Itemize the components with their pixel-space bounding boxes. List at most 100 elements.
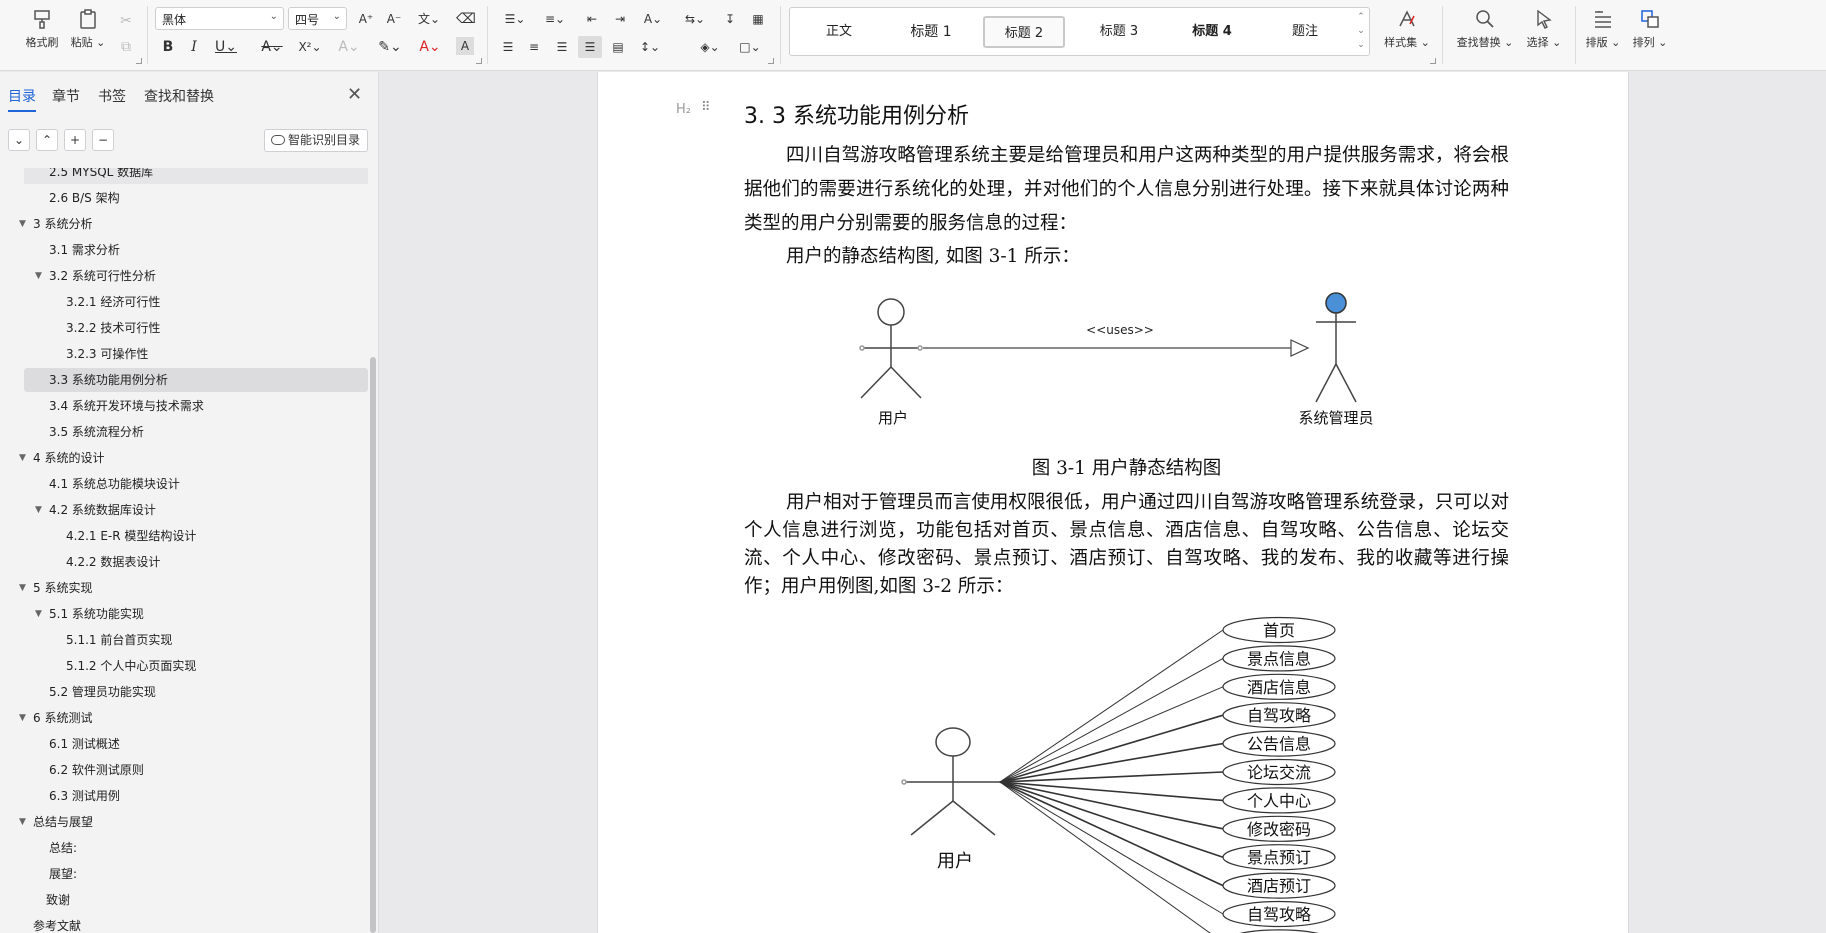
document-page[interactable]: H₂ ⠿ 3. 3 系统功能用例分析 四川自驾游攻略管理系统主要是给管理员和用户… [597,72,1629,933]
style-caption[interactable]: 题注 [1264,16,1346,48]
bold-button[interactable]: B [156,36,180,58]
font-color-icon[interactable]: A⌄ [414,36,446,58]
expand-caret-icon[interactable]: ▼ [19,576,26,600]
font-name-select[interactable]: 黑体 ⌄ [155,7,284,30]
layout-button[interactable]: 排版 ⌄ [1583,6,1623,58]
toc-item[interactable]: 致谢 [0,888,368,912]
copy-icon[interactable]: ⧉ [114,36,138,58]
text-effect-icon[interactable]: A⌄ [334,36,364,58]
style-heading-4[interactable]: 标题 4 [1171,16,1253,48]
toc-item[interactable]: 4.1 系统总功能模块设计 [0,472,368,496]
clear-format-icon[interactable]: ⌫ [454,8,478,30]
styles-group-expander[interactable] [1430,58,1436,64]
line-spacing-icon[interactable]: ↕⌄ [634,36,666,58]
toc-item[interactable]: 5.1.1 前台首页实现 [0,628,368,652]
text-direction-icon[interactable]: A⌄ [638,8,668,30]
gallery-scroll-arrows[interactable]: ⌃ ⌄ ⌄ [1355,10,1367,52]
toc-item[interactable]: ▼ 5 系统实现 [0,576,368,600]
toc-item[interactable]: 2.5 MYSQL 数据库 [24,168,368,184]
font-group-expander[interactable] [476,58,482,64]
close-icon[interactable]: ✕ [347,84,362,105]
expand-caret-icon[interactable]: ▼ [35,264,42,288]
strikethrough-button[interactable]: A⌄ [256,36,288,58]
font-size-select[interactable]: 四号 ⌄ [288,7,347,30]
expand-caret-icon[interactable]: ▼ [19,212,26,236]
toc-item[interactable]: 6.3 测试用例 [0,784,368,808]
char-shading-icon[interactable]: A [456,37,474,55]
paste-button[interactable]: 粘贴 ⌄ [66,6,110,58]
grow-font-icon[interactable]: A⁺ [354,8,378,30]
nav-scrollbar[interactable] [370,357,376,933]
find-replace-button[interactable]: 查找替换 ⌄ [1455,6,1515,58]
tab-find-replace[interactable]: 查找和替换 [144,86,214,106]
toc-item[interactable]: ▼ 总结与展望 [0,810,368,834]
bullet-list-icon[interactable]: ☰⌄ [500,8,530,30]
distribute-icon[interactable]: ▤ [606,36,630,58]
decrease-indent-icon[interactable]: ⇤ [580,8,604,30]
expand-caret-icon[interactable]: ▼ [35,498,42,522]
toc-item[interactable]: ▼ 5.1 系统功能实现 [0,602,368,626]
align-left-icon[interactable]: ☰ [496,36,520,58]
tab-chapters[interactable]: 章节 [52,86,80,106]
paste-dropdown-icon[interactable]: ⌄ [93,36,105,49]
style-normal[interactable]: 正文 [798,16,880,48]
underline-button[interactable]: U⌄ [210,36,242,58]
toc-item[interactable]: 3.5 系统流程分析 [0,420,368,444]
numbered-list-icon[interactable]: ≡⌄ [540,8,570,30]
style-set-button[interactable]: 样式集 ⌄ [1380,6,1434,58]
remove-entry-icon[interactable]: − [92,129,114,151]
sort-icon[interactable]: ⇆⌄ [680,8,710,30]
toc-item[interactable]: ▼ 6 系统测试 [0,706,368,730]
sort-az-icon[interactable]: ↧ [718,8,742,30]
toc-item[interactable]: 6.1 测试概述 [0,732,368,756]
cut-icon[interactable]: ✂ [114,10,138,32]
toc-item[interactable]: 参考文献 [0,914,368,933]
style-heading-1[interactable]: 标题 1 [890,16,972,48]
tab-toc[interactable]: 目录 [8,86,36,112]
align-center-icon[interactable]: ≡ [522,36,546,58]
toc-item[interactable]: 3.2.2 技术可行性 [0,316,368,340]
toc-item[interactable]: 3.4 系统开发环境与技术需求 [0,394,368,418]
select-button[interactable]: 选择 ⌄ [1524,6,1564,58]
toc-item[interactable]: 展望: [0,862,368,886]
italic-button[interactable]: I [182,36,206,58]
expand-caret-icon[interactable]: ▼ [19,706,26,730]
increase-indent-icon[interactable]: ⇥ [608,8,632,30]
toc-item[interactable]: 4.2.2 数据表设计 [0,550,368,574]
expand-up-icon[interactable]: ⌃ [36,129,58,151]
superscript-button[interactable]: X²⌄ [294,36,326,58]
toc-item[interactable]: 3.2.1 经济可行性 [0,290,368,314]
toc-item[interactable]: 3.2.3 可操作性 [0,342,368,366]
style-heading-3[interactable]: 标题 3 [1078,16,1160,48]
shading-icon[interactable]: ◈⌄ [694,36,726,58]
expand-caret-icon[interactable]: ▼ [19,446,26,470]
expand-caret-icon[interactable]: ▼ [35,602,42,626]
format-painter-button[interactable]: 格式刷 [20,6,64,58]
arrange-button[interactable]: 排列 ⌄ [1630,6,1670,58]
clipboard-group-expander[interactable] [136,58,142,64]
toc-item[interactable]: 3.3 系统功能用例分析 [24,368,368,392]
shrink-font-icon[interactable]: A⁻ [382,8,406,30]
paragraph-group-expander[interactable] [768,58,774,64]
toc-item[interactable]: ▼ 4.2 系统数据库设计 [0,498,368,522]
toc-item[interactable]: ▼ 4 系统的设计 [0,446,368,470]
highlight-icon[interactable]: ✎⌄ [374,36,406,58]
toc-item[interactable]: 4.2.1 E-R 模型结构设计 [0,524,368,548]
toc-item[interactable]: ▼ 3 系统分析 [0,212,368,236]
add-entry-icon[interactable]: + [64,129,86,151]
toc-item[interactable]: 2.6 B/S 架构 [0,186,368,210]
collapse-all-icon[interactable]: ⌄ [8,129,30,151]
toc-item[interactable]: ▼ 3.2 系统可行性分析 [0,264,368,288]
toc-item[interactable]: 3.1 需求分析 [0,238,368,262]
style-heading-2[interactable]: 标题 2 [983,16,1065,48]
expand-caret-icon[interactable]: ▼ [19,810,26,834]
toc-item[interactable]: 5.1.2 个人中心页面实现 [0,654,368,678]
justify-icon[interactable]: ☰ [578,36,602,58]
border-icon[interactable]: □⌄ [734,36,766,58]
toc-item[interactable]: 6.2 软件测试原则 [0,758,368,782]
align-right-icon[interactable]: ☰ [550,36,574,58]
smart-toc-button[interactable]: 智能识别目录 [264,129,368,152]
toc-item[interactable]: 5.2 管理员功能实现 [0,680,368,704]
tab-bookmarks[interactable]: 书签 [98,86,126,106]
toc-item[interactable]: 总结: [0,836,368,860]
